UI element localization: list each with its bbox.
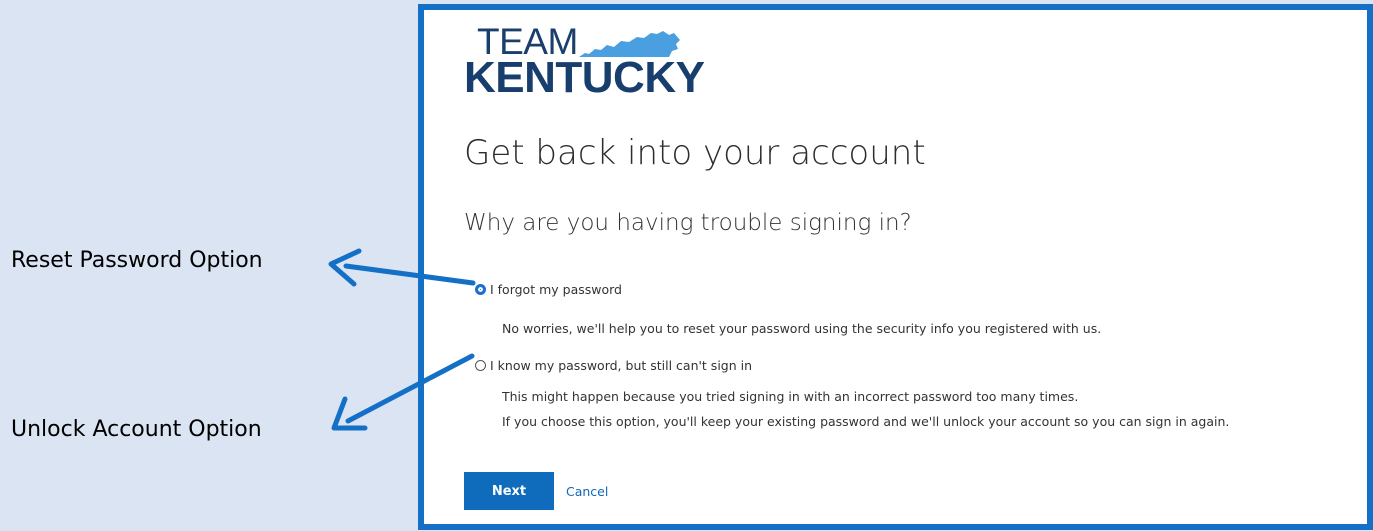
trouble-question: Why are you having trouble signing in? (464, 210, 912, 236)
logo-kentucky-text: KENTUCKY (464, 53, 705, 102)
unlock-account-callout-label: Unlock Account Option (11, 417, 262, 442)
next-button[interactable]: Next (464, 472, 554, 510)
forgot-password-radio[interactable] (475, 284, 486, 295)
reset-password-callout-label: Reset Password Option (11, 248, 263, 273)
team-kentucky-logo: TEAM KENTUCKY (464, 22, 734, 112)
know-password-description-line1: This might happen because you tried sign… (502, 389, 1079, 404)
know-password-option-label[interactable]: I know my password, but still can't sign… (490, 358, 752, 373)
forgot-password-description: No worries, we'll help you to reset your… (502, 321, 1102, 336)
account-recovery-panel: TEAM KENTUCKY Get back into your account… (418, 4, 1373, 530)
cancel-link[interactable]: Cancel (566, 484, 608, 499)
know-password-description-line2: If you choose this option, you'll keep y… (502, 414, 1230, 429)
know-password-radio[interactable] (475, 360, 486, 371)
forgot-password-option-label[interactable]: I forgot my password (490, 282, 622, 297)
page-title: Get back into your account (464, 133, 926, 173)
